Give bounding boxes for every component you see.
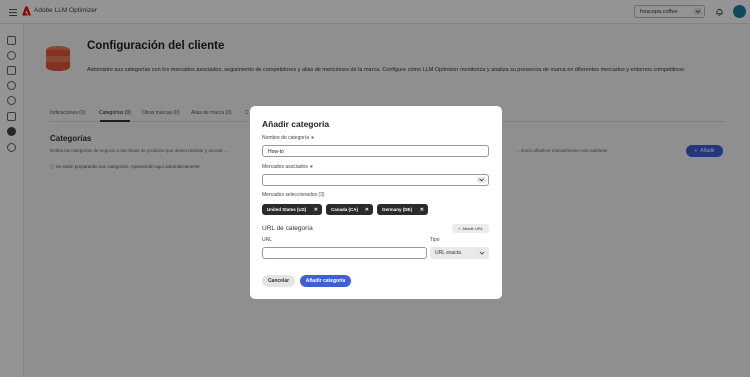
chip-label: Canada (CA) <box>331 207 359 212</box>
required-marker: ∗ <box>308 135 315 141</box>
market-chip-ca: Canada (CA) ✕ <box>326 204 373 215</box>
category-name-label: Nombre de categoría ∗ <box>262 135 315 141</box>
close-icon[interactable]: ✕ <box>314 207 318 213</box>
markets-select[interactable] <box>262 174 489 186</box>
chevron-down-icon <box>477 177 486 183</box>
close-icon[interactable]: ✕ <box>420 207 424 213</box>
add-url-button[interactable]: + Añadir URL <box>452 224 489 233</box>
url-label: URL <box>262 237 273 243</box>
market-chip-de: Germany (DE) ✕ <box>377 204 428 215</box>
markets-label-text: Mercados asociados <box>262 164 308 170</box>
url-input[interactable] <box>262 247 427 259</box>
chip-label: United States (US) <box>267 207 307 212</box>
add-url-label: Añadir URL <box>462 226 484 231</box>
add-category-submit-button[interactable]: Añadir categoría <box>300 275 351 287</box>
markets-label: Mercados asociados ∗ <box>262 164 313 170</box>
dialog-title: Añadir categoría <box>262 119 330 129</box>
close-icon[interactable]: ✕ <box>365 207 369 213</box>
category-url-heading: URL de categoría <box>262 225 313 232</box>
plus-icon: + <box>457 226 461 231</box>
type-select[interactable]: URL exacta <box>430 247 489 259</box>
selected-markets-label: Mercados seleccionados (3) <box>262 192 325 198</box>
cancel-button[interactable]: Cancelar <box>262 275 295 287</box>
chevron-down-icon <box>479 251 485 255</box>
market-chip-us: United States (US) ✕ <box>262 204 322 215</box>
required-marker: ∗ <box>307 164 314 170</box>
category-name-label-text: Nombre de categoría <box>262 135 309 141</box>
category-name-value: How-to <box>268 149 284 155</box>
category-name-field[interactable]: How-to <box>262 145 489 157</box>
type-label: Tipo <box>430 237 440 243</box>
type-select-value: URL exacta <box>435 250 461 256</box>
chip-label: Germany (DE) <box>382 207 413 212</box>
